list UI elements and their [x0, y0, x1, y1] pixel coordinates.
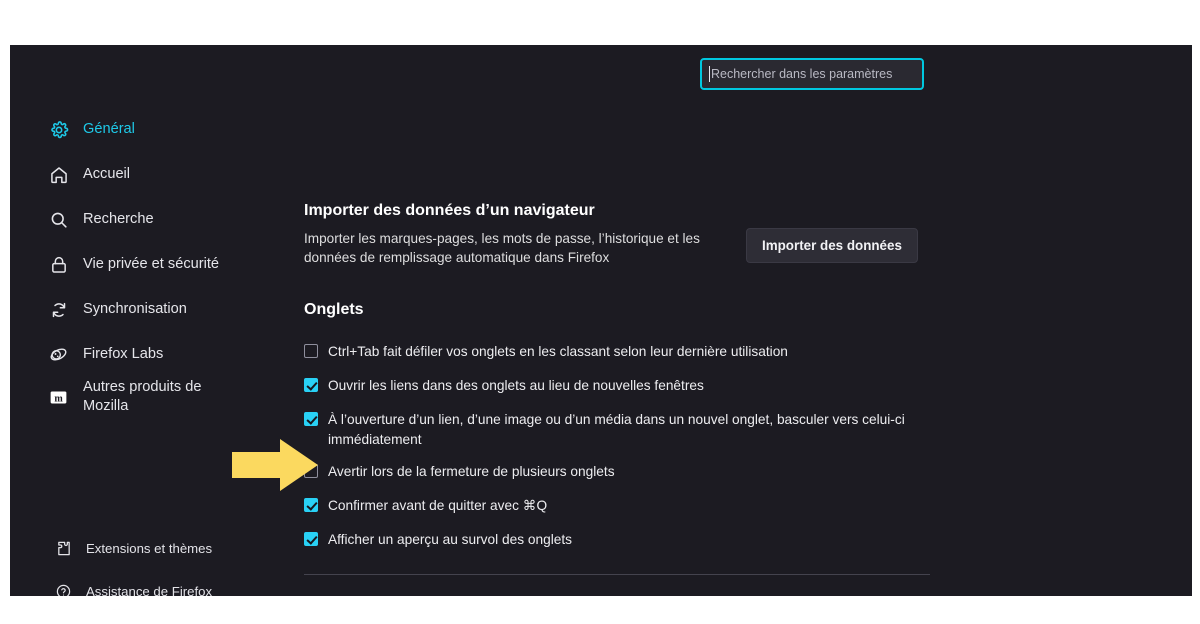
- lock-icon: [48, 254, 69, 275]
- sidebar-item-label: Assistance de Firefox: [86, 583, 213, 597]
- checkbox-label: Ctrl+Tab fait défiler vos onglets en les…: [328, 344, 788, 359]
- checkbox-row-tab-hover-preview[interactable]: Afficher un aperçu au survol des onglets: [304, 530, 919, 550]
- section-divider: [304, 574, 930, 575]
- checkbox-switch-to-new-tab[interactable]: [304, 412, 318, 426]
- checkbox-row-switch-to-new-tab[interactable]: À l’ouverture d’un lien, d’une image ou …: [304, 410, 919, 449]
- mozilla-m-icon: m: [48, 387, 69, 408]
- screenshot-root: Général Accueil Recherche: [0, 0, 1200, 624]
- sidebar-item-label: Firefox Labs: [83, 346, 164, 362]
- import-data-button[interactable]: Importer des données: [746, 228, 918, 263]
- sidebar-item-label: Synchronisation: [83, 301, 187, 317]
- firefox-settings-window: Général Accueil Recherche: [10, 45, 1192, 596]
- settings-sidebar: Général Accueil Recherche Vie privée et …: [10, 45, 288, 596]
- sidebar-item-label: Général: [83, 121, 135, 137]
- atom-icon: [48, 344, 69, 365]
- sidebar-item-label: Autres produits de Mozilla: [83, 379, 202, 414]
- sidebar-item-extensions-themes[interactable]: Extensions et thèmes: [54, 539, 284, 557]
- checkbox-label: Afficher un aperçu au survol des onglets: [328, 532, 572, 547]
- checkbox-row-confirm-before-quitting[interactable]: Confirmer avant de quitter avec ⌘Q: [304, 496, 919, 516]
- sidebar-item-sync[interactable]: Synchronisation: [48, 299, 278, 320]
- sidebar-item-search[interactable]: Recherche: [48, 209, 278, 230]
- sidebar-item-label: Extensions et thèmes: [86, 540, 213, 556]
- checkbox-ctrl-tab[interactable]: [304, 344, 318, 358]
- search-icon: [48, 209, 69, 230]
- sidebar-item-privacy-security[interactable]: Vie privée et sécurité: [48, 254, 278, 275]
- gear-icon: [48, 119, 69, 140]
- home-icon: [48, 164, 69, 185]
- checkbox-row-open-links-in-tabs[interactable]: Ouvrir les liens dans des onglets au lie…: [304, 376, 919, 396]
- sidebar-item-home[interactable]: Accueil: [48, 164, 278, 185]
- checkbox-label: Confirmer avant de quitter avec ⌘Q: [328, 498, 548, 513]
- tabs-section-title: Onglets: [304, 301, 364, 318]
- sidebar-item-firefox-support[interactable]: Assistance de Firefox: [54, 582, 284, 596]
- checkbox-confirm-before-quitting[interactable]: [304, 498, 318, 512]
- settings-main-content: Importer des données d’un navigateur Imp…: [294, 45, 934, 596]
- checkbox-row-ctrl-tab[interactable]: Ctrl+Tab fait défiler vos onglets en les…: [304, 342, 919, 362]
- question-circle-icon: [54, 582, 72, 596]
- extension-puzzle-icon: [54, 539, 72, 557]
- checkbox-tab-hover-preview[interactable]: [304, 532, 318, 546]
- annotation-arrow-right-icon: [232, 437, 320, 493]
- sidebar-item-label: Vie privée et sécurité: [83, 256, 220, 272]
- sidebar-item-label: Recherche: [83, 211, 154, 227]
- import-section-description: Importer les marques-pages, les mots de …: [304, 231, 700, 265]
- checkbox-label: À l’ouverture d’un lien, d’une image ou …: [328, 412, 905, 447]
- checkbox-label: Avertir lors de la fermeture de plusieur…: [328, 464, 615, 479]
- svg-text:m: m: [54, 393, 63, 404]
- checkbox-label: Ouvrir les liens dans des onglets au lie…: [328, 378, 704, 393]
- import-section-title: Importer des données d’un navigateur: [304, 202, 595, 219]
- sidebar-item-firefox-labs[interactable]: Firefox Labs: [48, 344, 278, 365]
- checkbox-row-warn-closing-tabs[interactable]: Avertir lors de la fermeture de plusieur…: [304, 462, 919, 482]
- sidebar-item-label: Accueil: [83, 166, 131, 182]
- checkbox-open-links-in-tabs[interactable]: [304, 378, 318, 392]
- sync-icon: [48, 299, 69, 320]
- sidebar-item-general[interactable]: Général: [48, 119, 278, 140]
- sidebar-item-other-mozilla-products[interactable]: m Autres produits de Mozilla: [48, 378, 278, 416]
